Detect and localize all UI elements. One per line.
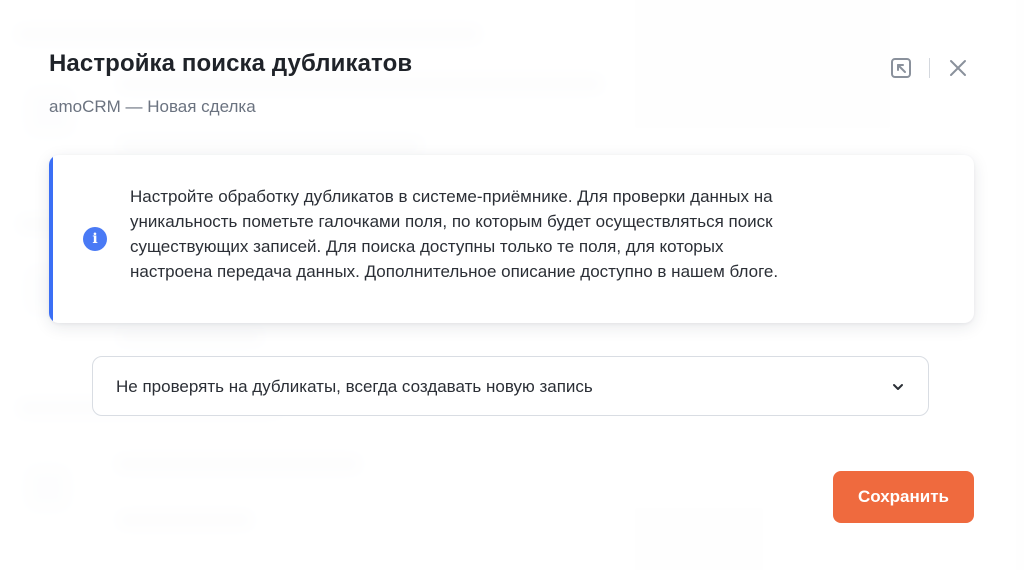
save-button[interactable]: Сохранить [833, 471, 974, 523]
page: Настройка поиска дубликатов amoCRM — Нов… [0, 0, 1024, 570]
duplicate-mode-select[interactable]: Не проверять на дубликаты, всегда создав… [92, 356, 929, 416]
open-in-new-icon [891, 58, 911, 78]
close-icon [950, 60, 966, 76]
duplicate-search-dialog: Настройка поиска дубликатов amoCRM — Нов… [0, 0, 1024, 570]
header-divider [929, 58, 930, 78]
info-icon: i [83, 227, 107, 251]
open-in-new-button[interactable] [887, 54, 915, 82]
chevron-down-icon [893, 384, 903, 390]
header-actions [887, 54, 972, 82]
info-text: Настройте обработку дубликатов в системе… [130, 184, 950, 284]
dialog-title: Настройка поиска дубликатов [49, 50, 413, 77]
info-notice: i Настройте обработку дубликатов в систе… [49, 155, 974, 323]
info-text-line: настроена передача данных. Дополнительно… [130, 262, 779, 281]
duplicate-mode-value: Не проверять на дубликаты, всегда создав… [116, 377, 593, 396]
close-button[interactable] [944, 54, 972, 82]
dialog-subtitle: amoCRM — Новая сделка [49, 97, 256, 116]
info-text-line: Настройте обработку дубликатов в системе… [130, 187, 773, 206]
info-text-line: существующих записей. Для поиска доступн… [130, 237, 724, 256]
info-text-line: уникальность пометьте галочками поля, по… [130, 212, 773, 231]
info-accent-bar [49, 155, 53, 323]
